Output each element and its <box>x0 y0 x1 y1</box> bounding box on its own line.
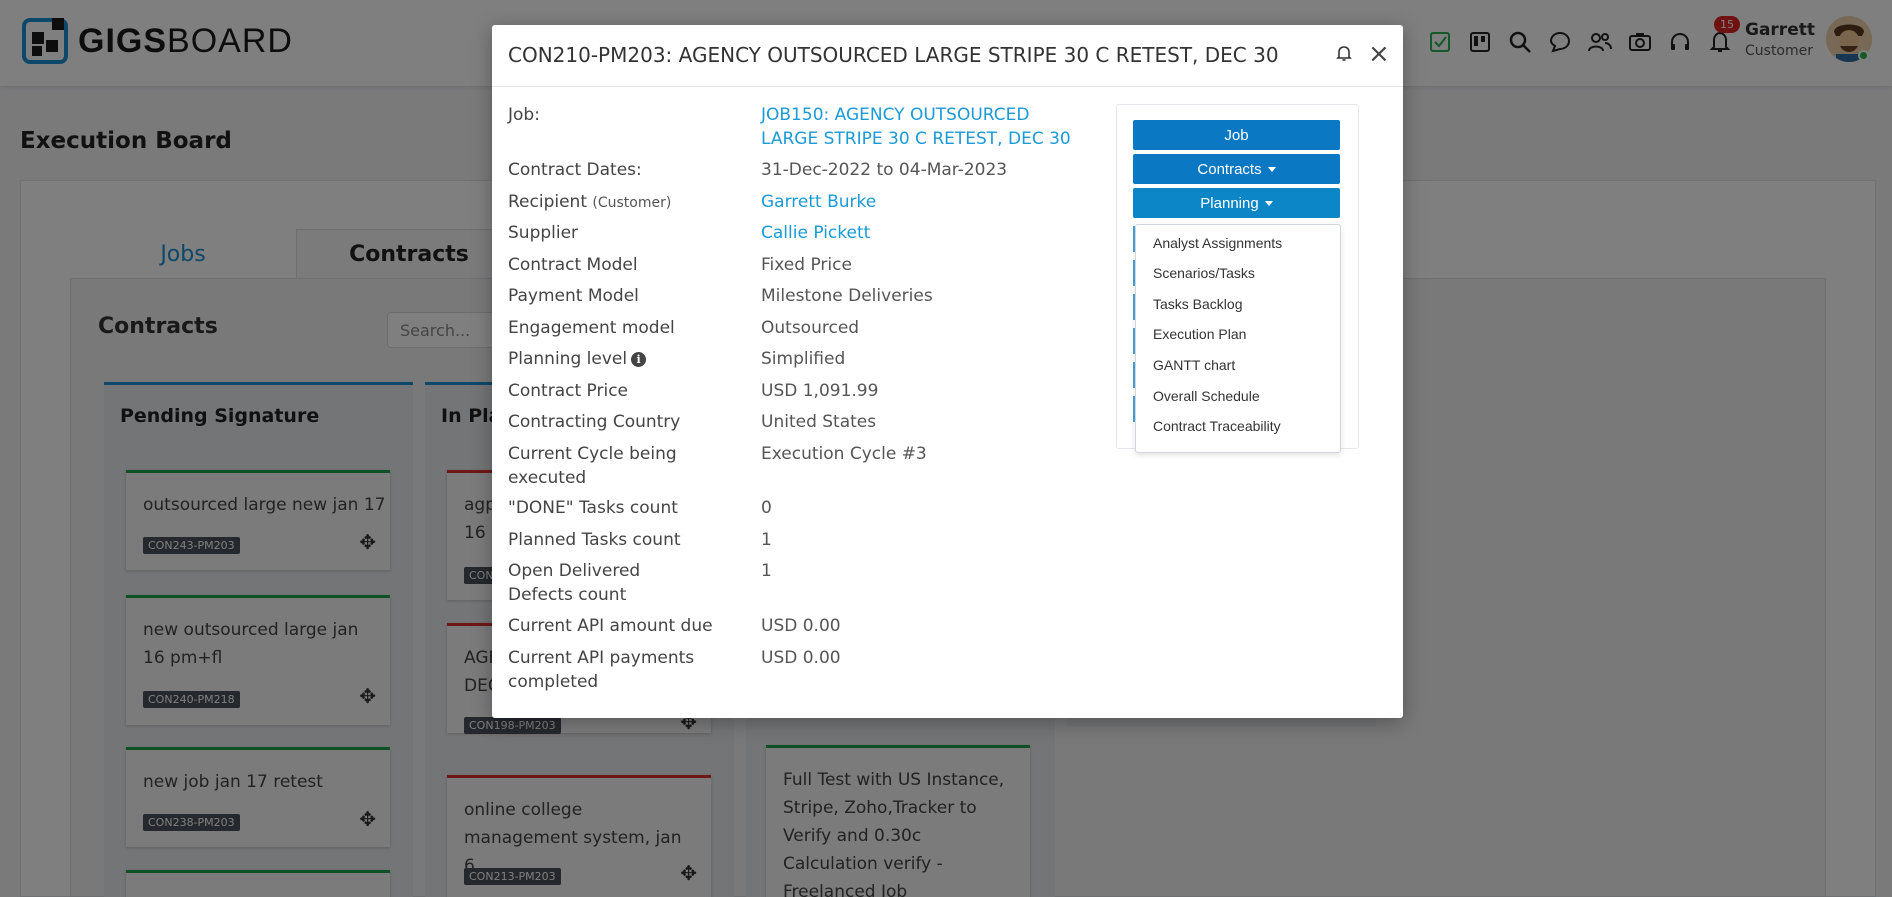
detail-label: Recipient (Customer) <box>508 192 672 212</box>
menu-item-analyst-assignments[interactable]: Analyst Assignments <box>1153 235 1282 251</box>
close-icon[interactable]: × <box>1368 39 1390 69</box>
detail-value: 1 <box>761 530 772 550</box>
detail-label: Contract Model <box>508 255 638 275</box>
contract-details-modal: CON210-PM203: AGENCY OUTSOURCED LARGE ST… <box>492 25 1403 718</box>
detail-value: Milestone Deliveries <box>761 286 933 306</box>
planning-dropdown-menu: Analyst Assignments Scenarios/Tasks Task… <box>1135 224 1341 453</box>
detail-label: Open Delivered Defects count <box>508 561 641 605</box>
detail-value: USD 0.00 <box>761 648 841 668</box>
modal-title: CON210-PM203: AGENCY OUTSOURCED LARGE ST… <box>508 43 1279 67</box>
menu-item-contract-traceability[interactable]: Contract Traceability <box>1153 418 1281 434</box>
detail-label: Contract Dates: <box>508 160 642 180</box>
bell-icon[interactable] <box>1336 45 1352 66</box>
detail-label: Planning level i <box>508 347 748 371</box>
detail-value: USD 0.00 <box>761 616 841 636</box>
recipient-link[interactable]: Garrett Burke <box>761 190 1101 214</box>
menu-item-tasks-backlog[interactable]: Tasks Backlog <box>1153 296 1242 312</box>
detail-value: Execution Cycle #3 <box>761 444 927 464</box>
detail-label: Contracting Country <box>508 412 681 432</box>
detail-value: 0 <box>761 498 772 518</box>
detail-value: Fixed Price <box>761 255 852 275</box>
job-button[interactable]: Job <box>1133 120 1340 150</box>
detail-label: Contract Price <box>508 381 629 401</box>
detail-value: 1 <box>761 561 772 581</box>
detail-label: Planned Tasks count <box>508 530 681 550</box>
detail-value: 31-Dec-2022 to 04-Mar-2023 <box>761 160 1008 180</box>
detail-label: Current API payments completed <box>508 648 695 692</box>
detail-label: Job: <box>508 105 540 125</box>
menu-item-overall-schedule[interactable]: Overall Schedule <box>1153 388 1260 404</box>
detail-value: Simplified <box>761 349 846 369</box>
detail-label: Payment Model <box>508 286 639 306</box>
detail-label: "DONE" Tasks count <box>508 498 678 518</box>
detail-label: Current API amount due <box>508 616 713 636</box>
detail-value: Outsourced <box>761 318 860 338</box>
modal-header: CON210-PM203: AGENCY OUTSOURCED LARGE ST… <box>492 25 1403 87</box>
detail-label: Engagement model <box>508 318 675 338</box>
menu-item-scenarios-tasks[interactable]: Scenarios/Tasks <box>1153 265 1255 281</box>
menu-item-execution-plan[interactable]: Execution Plan <box>1153 326 1246 342</box>
detail-value: United States <box>761 412 877 432</box>
detail-label: Supplier <box>508 223 579 243</box>
contracts-dropdown-button[interactable]: Contracts <box>1133 154 1340 184</box>
info-icon[interactable]: i <box>631 351 647 367</box>
job-link[interactable]: JOB150: AGENCY OUTSOURCED LARGE STRIPE 3… <box>761 103 1081 151</box>
detail-value: USD 1,091.99 <box>761 381 879 401</box>
detail-label: Current Cycle being executed <box>508 444 677 488</box>
planning-dropdown-button[interactable]: Planning <box>1133 188 1340 218</box>
caret-down-icon <box>1267 166 1276 172</box>
caret-down-icon <box>1264 200 1273 206</box>
menu-item-gantt-chart[interactable]: GANTT chart <box>1153 357 1235 373</box>
supplier-link[interactable]: Callie Pickett <box>761 221 1101 245</box>
